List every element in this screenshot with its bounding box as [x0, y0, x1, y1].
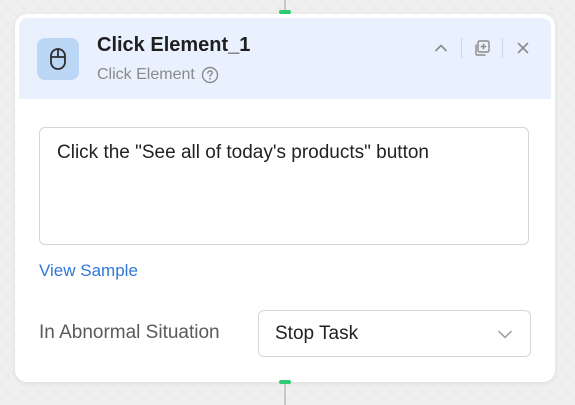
close-icon	[517, 42, 529, 54]
node-header: Click Element_1 Click Element	[19, 18, 551, 99]
chevron-up-icon	[435, 44, 447, 52]
node-type-label: Click Element	[97, 66, 219, 84]
chevron-down-icon	[498, 330, 512, 338]
node-title: Click Element_1	[97, 34, 251, 56]
node-type-text: Click Element	[97, 66, 195, 83]
abnormal-situation-select[interactable]: Stop Task	[258, 310, 531, 357]
connector-line-bottom	[284, 382, 286, 405]
click-element-node[interactable]: Click Element_1 Click Element Click the …	[15, 14, 555, 382]
abnormal-situation-value: Stop Task	[275, 322, 359, 344]
abnormal-situation-label: In Abnormal Situation	[39, 322, 220, 343]
action-divider	[502, 38, 503, 58]
action-divider	[461, 38, 462, 58]
view-sample-link[interactable]: View Sample	[39, 261, 138, 281]
help-icon[interactable]	[201, 66, 219, 84]
duplicate-button[interactable]	[468, 36, 496, 60]
element-description-input[interactable]: Click the "See all of today's products" …	[39, 127, 529, 245]
collapse-button[interactable]	[427, 36, 455, 60]
close-button[interactable]	[509, 36, 537, 60]
mouse-icon	[37, 38, 79, 80]
duplicate-icon	[475, 40, 490, 56]
connector-port-bottom[interactable]	[279, 380, 291, 384]
header-actions	[427, 36, 537, 60]
